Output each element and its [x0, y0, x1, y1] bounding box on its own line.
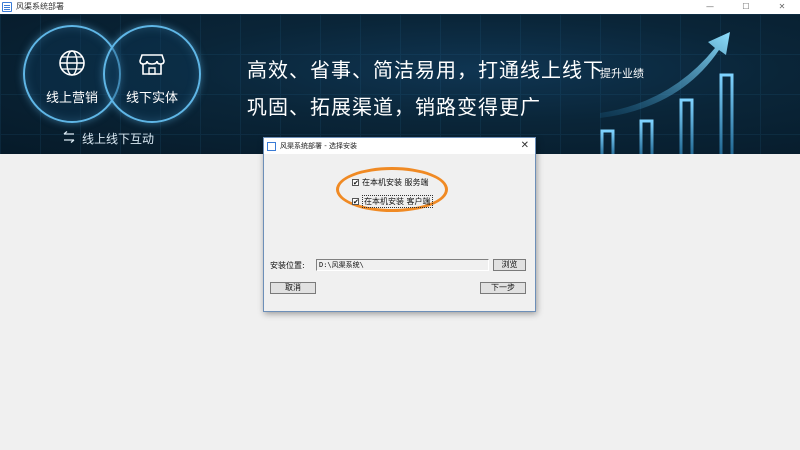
install-client-option[interactable]: ✔ 在本机安装 客户端 — [352, 195, 433, 208]
install-server-label: 在本机安装 服务端 — [362, 178, 429, 187]
slogan-line-1: 高效、省事、简洁易用，打通线上线下 — [247, 58, 604, 82]
install-server-option[interactable]: ✔ 在本机安装 服务端 — [352, 177, 429, 188]
browse-button[interactable]: 浏览 — [493, 259, 526, 271]
globe-icon — [58, 49, 86, 81]
store-icon — [138, 49, 166, 81]
cancel-button[interactable]: 取消 — [270, 282, 316, 294]
install-server-checkbox[interactable]: ✔ — [352, 179, 359, 187]
window-titlebar: 风渠系统部署 — ☐ ✕ — [0, 0, 800, 14]
offline-store-circle: 线下实体 — [103, 25, 201, 123]
app-icon — [2, 2, 12, 12]
window-controls: — ☐ ✕ — [692, 0, 800, 14]
slogan-line-2: 巩固、拓展渠道，销路变得更广 — [247, 95, 541, 119]
dialog-close-button[interactable]: ✕ — [521, 140, 529, 151]
window-title: 风渠系统部署 — [16, 2, 64, 11]
install-client-label: 在本机安装 客户端 — [362, 195, 433, 208]
install-dialog: 风渠系统部署 - 选择安装 ✕ ✔ 在本机安装 服务端 ✔ 在本机安装 客户端 … — [263, 137, 536, 312]
dialog-app-icon — [267, 141, 276, 151]
install-path-field[interactable]: D:\风渠系统\ — [316, 259, 489, 271]
minimize-button[interactable]: — — [692, 0, 728, 14]
rising-bars-chart-icon — [600, 32, 734, 154]
offline-store-label: 线下实体 — [125, 91, 178, 106]
install-path-label: 安装位置: — [270, 261, 305, 270]
dialog-title: 风渠系统部署 - 选择安装 — [280, 142, 357, 150]
promo-banner: 线上营销 线下实体 线上线下互动 高效、省事、简洁易用，打通线上线下 巩固、拓展… — [0, 14, 800, 154]
next-button[interactable]: 下一步 — [480, 282, 526, 294]
close-button[interactable]: ✕ — [764, 0, 800, 14]
maximize-button[interactable]: ☐ — [728, 0, 764, 14]
online-offline-interaction: 线上线下互动 — [62, 130, 154, 147]
swap-arrows-icon — [62, 131, 76, 146]
interaction-label: 线上线下互动 — [82, 132, 155, 146]
dialog-titlebar: 风渠系统部署 - 选择安装 ✕ — [264, 138, 535, 154]
install-client-checkbox[interactable]: ✔ — [352, 198, 359, 206]
